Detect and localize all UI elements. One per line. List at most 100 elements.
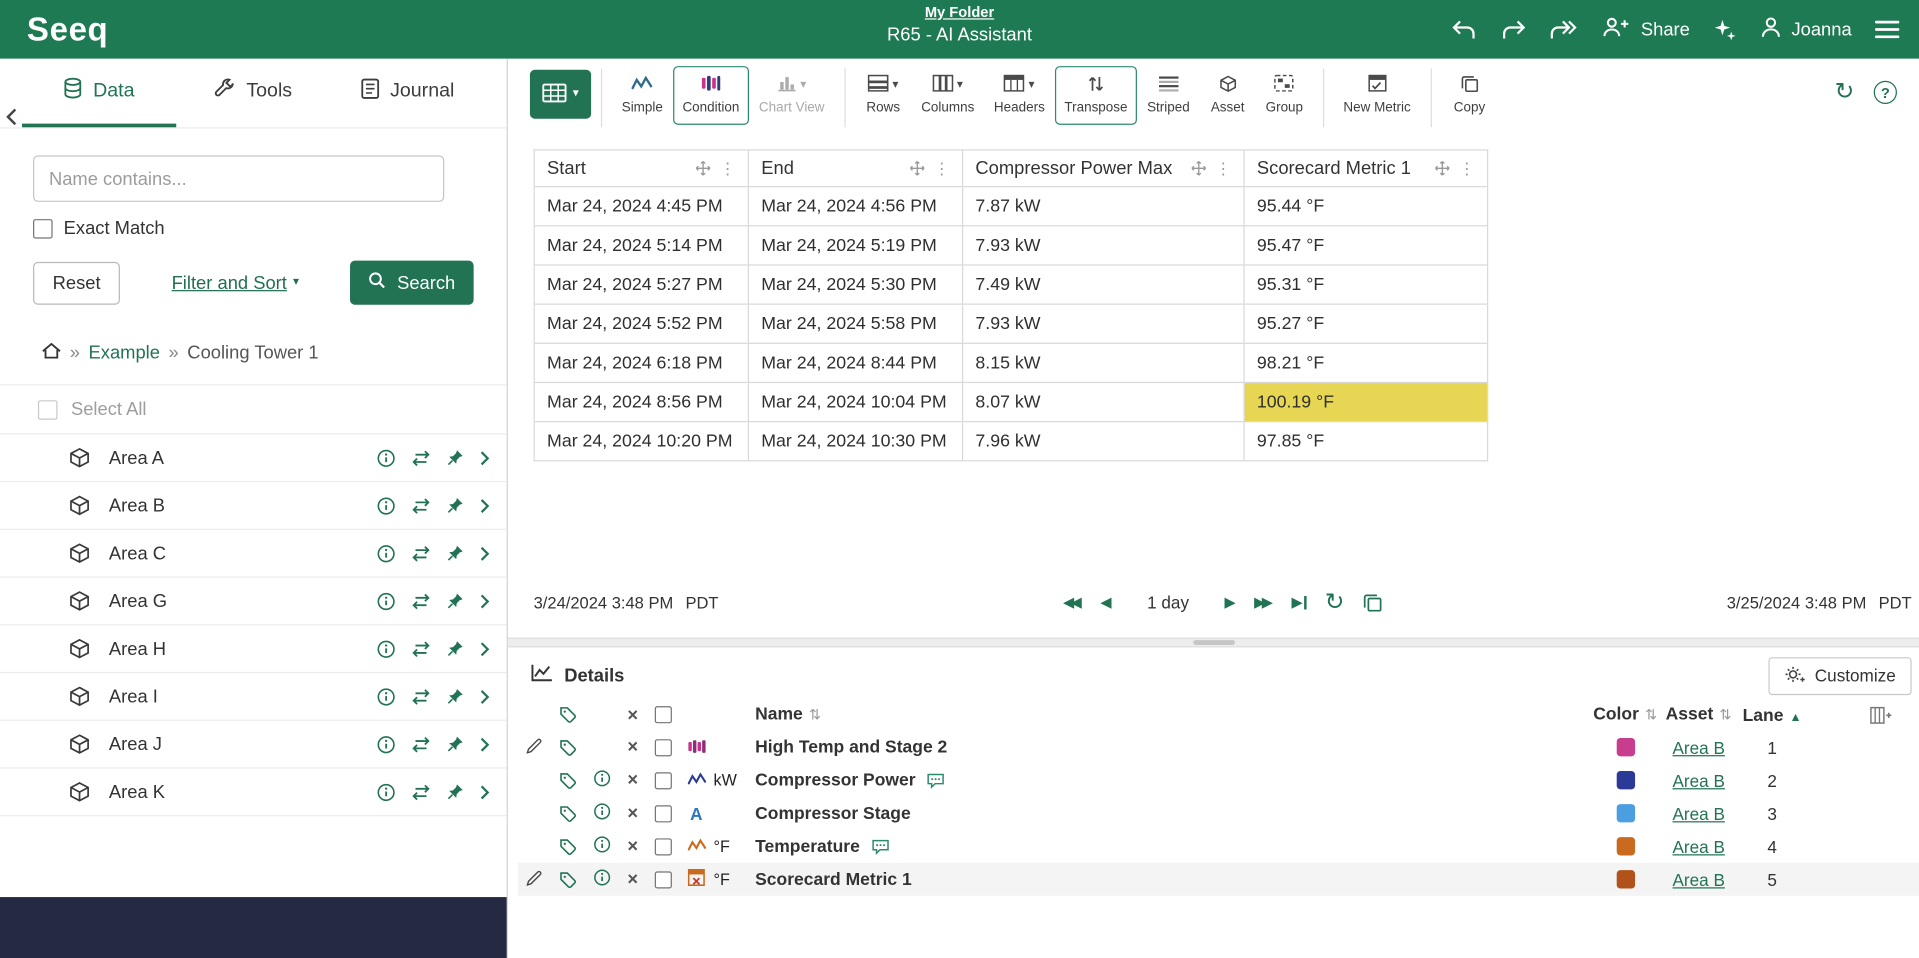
item-checkbox[interactable] <box>655 805 672 822</box>
headers-button[interactable]: ▾ Headers <box>984 66 1054 125</box>
chevron-right-icon[interactable] <box>480 736 490 752</box>
column-header[interactable]: Scorecard Metric 1 ⋮ <box>1244 150 1488 187</box>
column-menu-icon[interactable]: ⋮ <box>934 158 950 178</box>
details-row[interactable]: × High Temp and Stage <box>518 731 1919 764</box>
filter-and-sort-link[interactable]: Filter and Sort ▾ <box>172 272 300 293</box>
chevron-right-icon[interactable] <box>480 545 490 561</box>
breadcrumb-example-link[interactable]: Example <box>89 343 160 364</box>
asset-list-item[interactable]: Area G <box>0 578 507 626</box>
chevron-right-icon[interactable] <box>480 641 490 657</box>
table-type-button[interactable]: ▾ <box>530 70 591 119</box>
chevron-right-icon[interactable] <box>480 593 490 609</box>
details-row[interactable]: × °F Temperature <box>518 830 1919 863</box>
pan-right-fast-icon[interactable]: ▶▶ <box>1254 595 1269 610</box>
comment-icon[interactable] <box>871 838 889 855</box>
column-header[interactable]: End ⋮ <box>748 150 962 187</box>
remove-all-icon[interactable]: × <box>618 704 647 725</box>
info-icon[interactable] <box>594 836 611 857</box>
swap-icon[interactable] <box>411 687 431 705</box>
asset-link[interactable]: Area B <box>1673 770 1725 790</box>
redo-all-icon[interactable] <box>1549 19 1577 40</box>
chevron-right-icon[interactable] <box>480 450 490 466</box>
swap-icon[interactable] <box>411 544 431 562</box>
sort-icon[interactable]: ⇅ <box>1645 706 1657 723</box>
ai-assistant-sparkle-icon[interactable] <box>1713 18 1736 41</box>
asset-column-header[interactable]: Asset <box>1666 705 1714 725</box>
asset-list-item[interactable]: Area J <box>0 721 507 769</box>
table-row[interactable]: Mar 24, 2024 5:27 PM Mar 24, 2024 5:30 P… <box>534 265 1487 304</box>
condition-table-button[interactable]: Condition <box>673 66 749 125</box>
go-to-now-icon[interactable]: ▶ <box>1291 595 1306 610</box>
item-checkbox[interactable] <box>655 871 672 888</box>
columns-button[interactable]: ▾ Columns <box>911 66 984 125</box>
swap-icon[interactable] <box>411 496 431 514</box>
customize-button[interactable]: Customize <box>1768 657 1911 695</box>
asset-list-item[interactable]: Area A <box>0 434 507 482</box>
share-button[interactable]: Share <box>1600 16 1689 43</box>
asset-button[interactable]: Asset <box>1200 66 1256 125</box>
info-icon[interactable] <box>594 803 611 824</box>
color-column-header[interactable]: Color <box>1593 705 1639 725</box>
edit-pencil-icon[interactable] <box>526 870 542 890</box>
info-icon[interactable] <box>377 687 395 705</box>
lane-column-header[interactable]: Lane <box>1743 706 1784 726</box>
table-row[interactable]: Mar 24, 2024 5:14 PM Mar 24, 2024 5:19 P… <box>534 226 1487 265</box>
details-row[interactable]: × kW Compressor Power <box>518 764 1919 797</box>
info-icon[interactable] <box>594 869 611 890</box>
group-button[interactable]: Group <box>1256 66 1313 125</box>
redo-icon[interactable] <box>1500 19 1526 40</box>
range-end[interactable]: 3/25/2024 3:48 PMPDT <box>1727 593 1912 611</box>
asset-list-item[interactable]: Area B <box>0 482 507 530</box>
pan-left-fast-icon[interactable]: ◀◀ <box>1063 595 1078 610</box>
copy-button[interactable]: Copy <box>1441 66 1497 125</box>
color-swatch[interactable] <box>1616 771 1634 789</box>
swap-icon[interactable] <box>411 735 431 753</box>
sidebar-collapse-button[interactable] <box>5 108 18 130</box>
simple-table-button[interactable]: Simple <box>612 66 673 125</box>
item-checkbox[interactable] <box>655 838 672 855</box>
pin-icon[interactable] <box>447 449 464 466</box>
drag-column-icon[interactable] <box>1434 160 1450 176</box>
swap-icon[interactable] <box>411 639 431 657</box>
pin-icon[interactable] <box>447 497 464 514</box>
pin-icon[interactable] <box>447 592 464 609</box>
details-row[interactable]: × A Compressor Stage <box>518 797 1919 830</box>
asset-list-item[interactable]: Area K <box>0 769 507 817</box>
hamburger-menu-icon[interactable] <box>1875 20 1899 40</box>
swap-icon[interactable] <box>411 592 431 610</box>
remove-item-icon[interactable]: × <box>618 869 647 890</box>
chevron-right-icon[interactable] <box>480 784 490 800</box>
pin-icon[interactable] <box>447 640 464 657</box>
exact-match-checkbox[interactable] <box>33 218 53 238</box>
remove-item-icon[interactable]: × <box>618 770 647 791</box>
swap-icon[interactable] <box>411 449 431 467</box>
refresh-icon[interactable]: ↻ <box>1835 81 1854 104</box>
undo-icon[interactable] <box>1451 19 1477 40</box>
pin-icon[interactable] <box>447 783 464 800</box>
remove-item-icon[interactable]: × <box>618 803 647 824</box>
sort-icon[interactable]: ⇅ <box>809 706 821 723</box>
rows-button[interactable]: ▾ Rows <box>855 66 911 125</box>
sort-icon[interactable]: ⇅ <box>1719 706 1731 723</box>
info-icon[interactable] <box>377 496 395 514</box>
column-menu-icon[interactable]: ⋮ <box>720 158 736 178</box>
pan-right-icon[interactable]: ▶ <box>1225 595 1236 610</box>
edit-pencil-icon[interactable] <box>526 737 542 757</box>
my-folder-link[interactable]: My Folder <box>887 4 1032 21</box>
color-swatch[interactable] <box>1616 738 1634 756</box>
tab-tools[interactable]: Tools <box>176 59 330 128</box>
column-menu-icon[interactable]: ⋮ <box>1215 158 1231 178</box>
name-contains-input[interactable] <box>33 155 444 202</box>
tag-icon[interactable] <box>550 772 587 789</box>
comment-icon[interactable] <box>927 772 945 789</box>
info-icon[interactable] <box>594 770 611 791</box>
table-row[interactable]: Mar 24, 2024 10:20 PM Mar 24, 2024 10:30… <box>534 422 1487 461</box>
color-swatch[interactable] <box>1616 837 1634 855</box>
asset-list-item[interactable]: Area I <box>0 673 507 721</box>
drag-column-icon[interactable] <box>909 160 925 176</box>
remove-item-icon[interactable]: × <box>618 737 647 758</box>
details-row[interactable]: × °F Scorecard Metric 1 <box>518 863 1919 896</box>
tab-data[interactable]: Data <box>22 59 176 128</box>
reset-button[interactable]: Reset <box>33 261 120 304</box>
tag-icon[interactable] <box>550 706 587 723</box>
